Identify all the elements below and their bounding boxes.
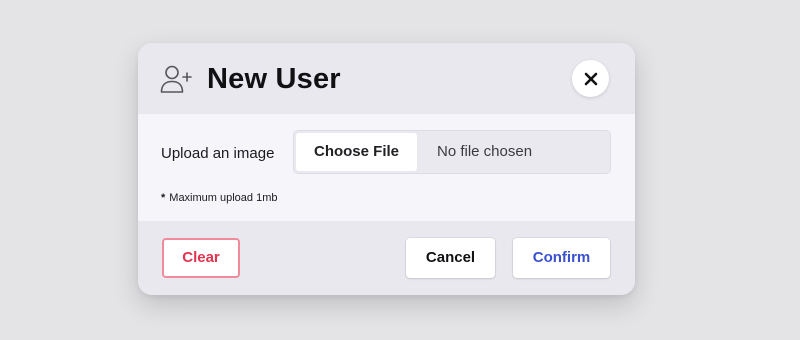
upload-note: * Maximum upload 1mb <box>161 190 278 206</box>
new-user-dialog: New User Upload an image Choose File No … <box>138 43 635 295</box>
choose-file-button[interactable]: Choose File <box>296 133 417 171</box>
dialog-header: New User <box>138 43 635 114</box>
file-input[interactable]: Choose File No file chosen <box>293 130 611 174</box>
clear-button[interactable]: Clear <box>162 238 240 278</box>
file-status-text: No file chosen <box>437 143 533 160</box>
close-button[interactable] <box>572 60 609 97</box>
note-text: Maximum upload 1mb <box>169 192 278 204</box>
dialog-title: New User <box>207 63 341 95</box>
upload-label: Upload an image <box>161 145 275 162</box>
confirm-button[interactable]: Confirm <box>513 238 610 278</box>
note-marker: * <box>161 192 166 204</box>
close-icon <box>584 72 597 85</box>
cancel-button[interactable]: Cancel <box>406 238 495 278</box>
dialog-footer: Clear Cancel Confirm <box>138 221 635 295</box>
user-plus-icon <box>160 65 192 93</box>
dialog-body: Upload an image Choose File No file chos… <box>138 114 635 221</box>
